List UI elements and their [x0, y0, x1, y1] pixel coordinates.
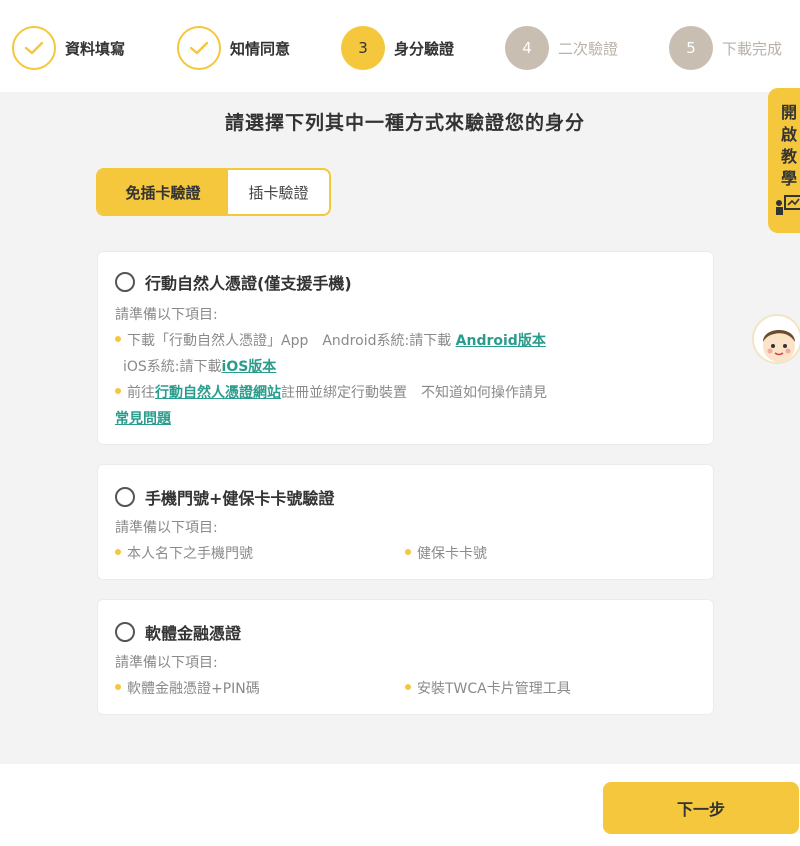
- tutorial-label: 開: [780, 103, 797, 122]
- presentation-icon: [776, 195, 800, 215]
- step-number: 4: [505, 26, 549, 70]
- card-title: 行動自然人憑證(僅支援手機): [145, 274, 352, 293]
- prep-label: 請準備以下項目:: [115, 520, 218, 536]
- item-text: 註冊並綁定行動裝置 不知道如何操作請見: [281, 385, 547, 401]
- item-text: 軟體金融憑證+PIN碼: [127, 681, 260, 697]
- bullet-icon: [405, 549, 411, 555]
- radio-phone-health[interactable]: [115, 487, 135, 507]
- step-label: 知情同意: [230, 39, 291, 58]
- android-link[interactable]: Android版本: [456, 333, 546, 349]
- list-item: 安裝TWCA卡片管理工具: [405, 678, 571, 698]
- list-item: 本人名下之手機門號: [115, 543, 253, 563]
- item-text: 前往: [127, 385, 155, 401]
- step-number: 3: [341, 26, 385, 70]
- verification-mode-toggle: 免插卡驗證 插卡驗證: [96, 168, 331, 216]
- card-title: 軟體金融憑證: [145, 624, 242, 643]
- bullet-icon: [405, 684, 411, 690]
- radio-software-cert[interactable]: [115, 622, 135, 642]
- avatar-face-icon: [763, 330, 795, 362]
- list-item: 常見問題: [115, 408, 171, 428]
- item-text: 本人名下之手機門號: [127, 546, 253, 562]
- option-card-mobile-id[interactable]: 行動自然人憑證(僅支援手機) 請準備以下項目: 下載「行動自然人憑證」App A…: [97, 251, 714, 445]
- step-3: 3 身分驗證: [341, 26, 454, 70]
- step-label: 資料填寫: [65, 39, 126, 58]
- ios-link[interactable]: iOS版本: [222, 359, 277, 375]
- tutorial-label: 學: [780, 169, 797, 188]
- step-label: 下載完成: [722, 39, 783, 58]
- step-5: 5 下載完成: [669, 26, 782, 70]
- list-item: 健保卡卡號: [405, 543, 487, 563]
- bullet-icon: [115, 336, 121, 342]
- progress-stepper: 資料填寫 知情同意 3 身分驗證 4 二次驗證 5 下載完成: [0, 0, 800, 92]
- bullet-icon: [115, 684, 121, 690]
- prep-label: 請準備以下項目:: [115, 307, 218, 323]
- step-number: 5: [669, 26, 713, 70]
- open-tutorial-tab[interactable]: 開 啟 教 學: [768, 88, 800, 233]
- check-icon: [12, 26, 56, 70]
- step-label: 身分驗證: [394, 39, 455, 58]
- item-text: 安裝TWCA卡片管理工具: [417, 681, 571, 697]
- tutorial-label: 啟: [780, 125, 797, 144]
- list-item: 軟體金融憑證+PIN碼: [115, 678, 260, 698]
- check-icon: [177, 26, 221, 70]
- tab-card-reader[interactable]: 插卡驗證: [228, 170, 329, 214]
- mobile-id-site-link[interactable]: 行動自然人憑證網站: [155, 385, 281, 401]
- tab-cardless[interactable]: 免插卡驗證: [98, 170, 228, 214]
- list-item: iOS系統:請下載iOS版本: [123, 356, 276, 376]
- bullet-icon: [115, 549, 121, 555]
- radio-mobile-id[interactable]: [115, 272, 135, 292]
- card-title: 手機門號+健保卡卡號驗證: [145, 489, 335, 508]
- faq-link[interactable]: 常見問題: [115, 411, 171, 427]
- item-text: 下載「行動自然人憑證」App Android系統:請下載: [127, 333, 456, 349]
- step-2: 知情同意: [177, 26, 290, 70]
- item-text: iOS系統:請下載: [123, 359, 222, 375]
- option-card-phone-health[interactable]: 手機門號+健保卡卡號驗證 請準備以下項目: 本人名下之手機門號 健保卡卡號: [97, 464, 714, 580]
- prep-label: 請準備以下項目:: [115, 655, 218, 671]
- list-item: 前往行動自然人憑證網站註冊並綁定行動裝置 不知道如何操作請見: [115, 382, 547, 402]
- tutorial-label: 教: [780, 147, 797, 166]
- step-1: 資料填寫: [12, 26, 125, 70]
- step-4: 4 二次驗證: [505, 26, 618, 70]
- step-label: 二次驗證: [558, 39, 619, 58]
- page-title: 請選擇下列其中一種方式來驗證您的身分: [224, 112, 585, 134]
- list-item: 下載「行動自然人憑證」App Android系統:請下載 Android版本: [115, 330, 546, 350]
- next-button[interactable]: 下一步: [603, 782, 799, 834]
- bullet-icon: [115, 388, 121, 394]
- option-card-software-cert[interactable]: 軟體金融憑證 請準備以下項目: 軟體金融憑證+PIN碼 安裝TWCA卡片管理工具: [97, 599, 714, 715]
- item-text: 健保卡卡號: [417, 546, 487, 562]
- assistant-avatar[interactable]: [752, 314, 800, 364]
